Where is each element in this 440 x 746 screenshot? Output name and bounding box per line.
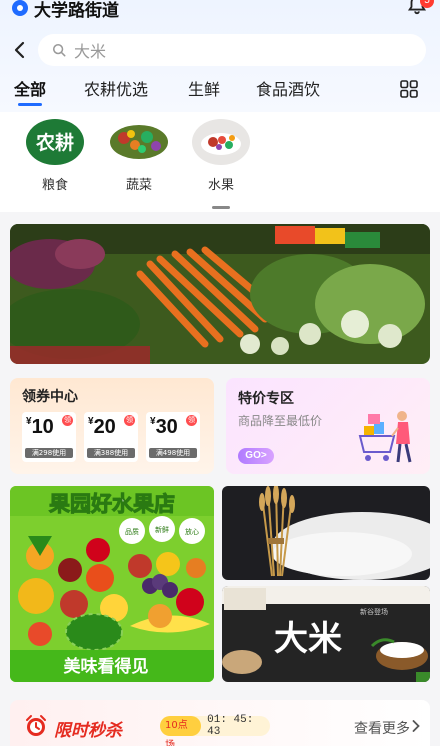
- fruit-store-image: 果园好水果店 品质 新鲜 放心 美味看得见: [10, 486, 214, 682]
- fruit-store-tag: 放心: [185, 527, 199, 536]
- flash-sale-title: 限时秒杀: [54, 721, 122, 741]
- flash-sale-bar[interactable]: 限时秒杀 10点场 01: 45: 43 查看更多: [10, 700, 430, 746]
- category-label: 粮食: [41, 178, 68, 193]
- tab-all[interactable]: 全部: [14, 76, 46, 106]
- category-icons: 农耕 粮食 蔬菜 水果: [0, 112, 440, 212]
- fruit-image: [191, 118, 251, 166]
- special-price-subtitle: 商品降至最低价: [238, 414, 323, 428]
- vegetables-image: [109, 118, 169, 166]
- coupon-tag: 领: [186, 415, 197, 426]
- vegetable-banner-image: [10, 224, 430, 364]
- category-vegetables[interactable]: 蔬菜: [108, 118, 170, 193]
- special-price-title: 特价专区: [238, 391, 294, 407]
- grid-icon: [400, 80, 418, 98]
- fruit-store-tag: 品质: [125, 527, 139, 536]
- chevron-left-icon: [14, 41, 25, 59]
- coupon-tag: 领: [124, 415, 135, 426]
- search-placeholder: 大米: [74, 42, 107, 61]
- search-icon: [52, 43, 66, 57]
- all-categories-button[interactable]: [400, 80, 418, 98]
- coupon-condition: 满498使用: [149, 448, 197, 458]
- flour-image: [222, 486, 430, 580]
- coupon-tag: 领: [62, 415, 73, 426]
- page-indicator: [212, 206, 230, 209]
- rice-promo[interactable]: 大米 新谷登场: [222, 586, 430, 682]
- coupon-ticket[interactable]: ¥20 领 满388使用: [84, 412, 138, 462]
- location-label: 大学路街道: [34, 0, 119, 21]
- header-area: 大学路街道 5 大米 全部 农耕优选 生鲜 食品酒饮: [0, 0, 440, 112]
- vegetable-banner[interactable]: [10, 224, 430, 364]
- view-more-link[interactable]: 查看更多: [354, 718, 410, 738]
- location-pin-icon: [12, 0, 28, 16]
- fruit-store-tag: 新鲜: [155, 525, 169, 534]
- flash-sale-timer: 10点场 01: 45: 43: [160, 714, 270, 746]
- flour-promo[interactable]: [222, 486, 430, 580]
- back-button[interactable]: [10, 40, 30, 60]
- coupon-center-card[interactable]: 领券中心 ¥10 领 满298使用 ¥20 领 满388使用 ¥30 领 满49…: [10, 378, 214, 474]
- category-label: 蔬菜: [125, 178, 152, 193]
- shopping-cart-illustration: [358, 411, 412, 463]
- rice-image: 大米 新谷登场: [222, 586, 430, 682]
- rice-title: 大米: [274, 619, 342, 659]
- category-fruit[interactable]: 水果: [190, 118, 252, 193]
- category-tabs: 全部 农耕优选 生鲜 食品酒饮: [0, 76, 440, 106]
- fruit-store-title: 果园好水果店: [49, 492, 175, 516]
- rice-subtitle: 新谷登场: [360, 607, 388, 616]
- alarm-clock-icon: [26, 715, 46, 736]
- coupon-ticket[interactable]: ¥30 领 满498使用: [146, 412, 200, 462]
- location-selector[interactable]: 大学路街道: [12, 0, 119, 21]
- coupon-center-title: 领券中心: [22, 389, 78, 405]
- tab-fresh[interactable]: 生鲜: [188, 76, 220, 100]
- flash-sale-countdown: 01: 45: 43: [207, 714, 254, 738]
- notification-button[interactable]: 5: [406, 0, 434, 18]
- coupon-condition: 满298使用: [25, 448, 73, 458]
- search-input[interactable]: 大米: [38, 34, 426, 66]
- tab-nonggeng[interactable]: 农耕优选: [84, 76, 148, 100]
- special-price-card[interactable]: 特价专区 商品降至最低价 GO>: [226, 378, 430, 474]
- fruit-store-slogan: 美味看得见: [64, 656, 149, 677]
- grain-logo: 农耕: [25, 118, 85, 166]
- notification-badge: 5: [420, 0, 434, 8]
- coupon-ticket[interactable]: ¥10 领 满298使用: [22, 412, 76, 462]
- tab-food-drinks[interactable]: 食品酒饮: [256, 76, 320, 100]
- flash-sale-slot: 10点场: [160, 716, 202, 746]
- chevron-right-icon: [412, 720, 420, 732]
- go-button[interactable]: GO>: [238, 448, 274, 464]
- grain-logo-text: 农耕: [35, 131, 74, 154]
- fruit-store-promo[interactable]: 果园好水果店 品质 新鲜 放心 美味看得见: [10, 486, 214, 682]
- category-label: 水果: [207, 178, 234, 193]
- coupon-condition: 满388使用: [87, 448, 135, 458]
- category-grain[interactable]: 农耕 粮食: [24, 118, 86, 193]
